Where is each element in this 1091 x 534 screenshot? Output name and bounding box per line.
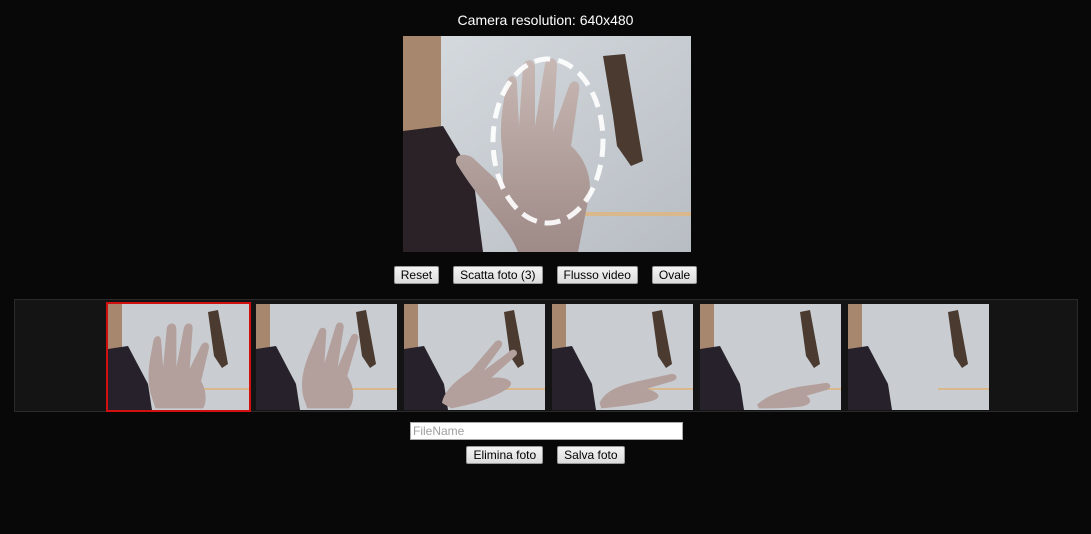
camera-capture-page: Camera resolution: 640x480 Reset Scatta … <box>0 0 1091 534</box>
photo-thumbnail-image <box>108 304 249 410</box>
photo-thumbnail-image <box>404 304 545 410</box>
camera-preview-image <box>403 36 691 252</box>
save-photo-button[interactable]: Salva foto <box>557 446 625 464</box>
photo-thumbnail[interactable] <box>256 304 397 410</box>
photo-thumbnail-image <box>848 304 989 410</box>
photo-thumbnail-image <box>700 304 841 410</box>
photo-thumbnail-image <box>552 304 693 410</box>
delete-photo-button[interactable]: Elimina foto <box>466 446 544 464</box>
camera-resolution-label: Camera resolution: 640x480 <box>457 12 634 28</box>
video-stream-button[interactable]: Flusso video <box>556 266 638 284</box>
reset-button[interactable]: Reset <box>393 266 440 284</box>
filename-input[interactable] <box>410 422 683 440</box>
capture-photo-button[interactable]: Scatta foto (3) <box>453 266 543 284</box>
camera-controls: Reset Scatta foto (3) Flusso video Ovale <box>0 266 1091 284</box>
photo-gallery-strip <box>14 299 1078 412</box>
photo-thumbnail[interactable] <box>848 304 989 410</box>
photo-thumbnail[interactable] <box>404 304 545 410</box>
oval-toggle-button[interactable]: Ovale <box>651 266 698 284</box>
photo-thumbnail[interactable] <box>106 302 251 412</box>
photo-thumbnail-image <box>256 304 397 410</box>
photo-thumbnail[interactable] <box>700 304 841 410</box>
photo-thumbnail[interactable] <box>552 304 693 410</box>
photo-actions: Elimina foto Salva foto <box>0 446 1091 464</box>
camera-preview <box>403 36 691 252</box>
